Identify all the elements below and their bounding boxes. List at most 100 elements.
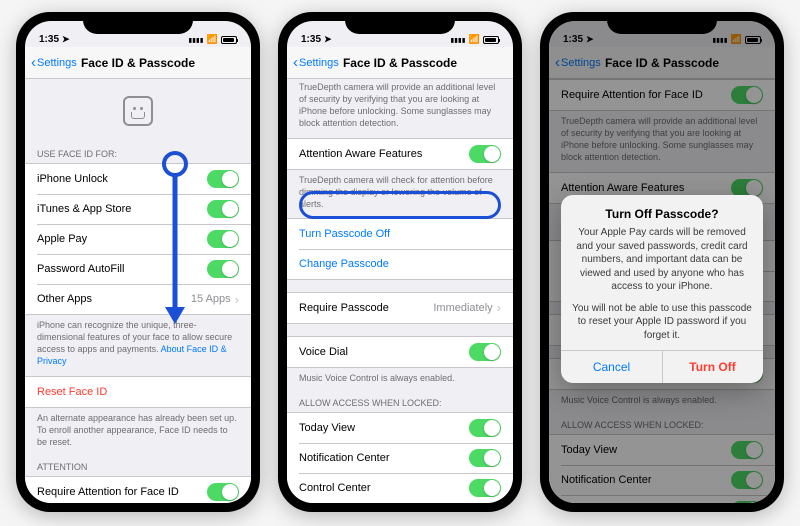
cell-today-view[interactable]: Today View (287, 413, 513, 443)
signal-icon (189, 34, 204, 45)
section-header-use-for: USE FACE ID FOR: (25, 143, 251, 163)
chevron-left-icon: ‹ (31, 55, 36, 70)
phone-3: 1:35➤ ‹Settings Face ID & Passcode Requi… (540, 12, 784, 512)
alert-cancel-button[interactable]: Cancel (561, 351, 662, 383)
switch-on[interactable] (207, 260, 239, 278)
back-label: Settings (37, 57, 77, 69)
battery-icon (745, 36, 761, 44)
cell-control-center[interactable]: Control Center (287, 473, 513, 503)
cell-change-passcode[interactable]: Change Passcode (287, 249, 513, 279)
cell-autofill[interactable]: Password AutoFill (25, 254, 251, 284)
switch-on[interactable] (731, 86, 763, 104)
switch-on[interactable] (207, 230, 239, 248)
cell-require-passcode[interactable]: Require Passcode Immediately › (287, 293, 513, 323)
switch-on[interactable] (207, 483, 239, 501)
cell-iphone-unlock[interactable]: iPhone Unlock (25, 164, 251, 194)
phone-1: 1:35➤ ‹Settings Face ID & Passcode USE F… (16, 12, 260, 512)
back-button[interactable]: ‹Settings (31, 55, 77, 70)
cell-label: Notification Center (299, 452, 390, 464)
screen-3: 1:35➤ ‹Settings Face ID & Passcode Requi… (549, 21, 775, 503)
footer-alternate: An alternate appearance has already been… (25, 408, 251, 456)
cell-label: Voice Dial (299, 346, 348, 358)
cell-label: Change Passcode (299, 258, 389, 270)
cell-itunes[interactable]: iTunes & App Store (25, 194, 251, 224)
footer-attention: TrueDepth camera will check for attentio… (287, 170, 513, 218)
cell-label: Today View (299, 422, 355, 434)
cell-reset-faceid[interactable]: Reset Face ID (25, 377, 251, 407)
switch-on[interactable] (469, 145, 501, 163)
wifi-icon (731, 34, 742, 45)
screen-2: 1:35➤ ‹Settings Face ID & Passcode TrueD… (287, 21, 513, 503)
alert-message-1: Your Apple Pay cards will be removed and… (571, 226, 753, 294)
cell-require-attention[interactable]: Require Attention for Face ID (549, 80, 775, 110)
cell-label: Password AutoFill (37, 263, 124, 275)
switch-on[interactable] (469, 419, 501, 437)
alert-turnoff-button[interactable]: Turn Off (662, 351, 763, 383)
back-label: Settings (299, 57, 339, 69)
back-button[interactable]: ‹Settings (555, 55, 601, 70)
cell-turn-passcode-off[interactable]: Turn Passcode Off (287, 219, 513, 249)
cell-attention-aware[interactable]: Attention Aware Features (287, 139, 513, 169)
cell-voice-dial[interactable]: Voice Dial (287, 337, 513, 367)
nav-bar: ‹Settings Face ID & Passcode (287, 47, 513, 79)
switch-on[interactable] (731, 501, 763, 503)
switch-on[interactable] (731, 471, 763, 489)
alert-title: Turn Off Passcode? (571, 207, 753, 221)
notch (345, 12, 455, 34)
back-label: Settings (561, 57, 601, 69)
battery-icon (221, 36, 237, 44)
chevron-right-icon: › (497, 300, 501, 315)
cell-label: Other Apps (37, 293, 92, 305)
alert-buttons: Cancel Turn Off (561, 350, 763, 383)
screen-1: 1:35➤ ‹Settings Face ID & Passcode USE F… (25, 21, 251, 503)
faceid-hero (25, 79, 251, 143)
status-time: 1:35 (563, 34, 583, 45)
require-passcode-value: Immediately (433, 302, 492, 314)
turn-off-passcode-alert: Turn Off Passcode? Your Apple Pay cards … (561, 195, 763, 383)
notch (607, 12, 717, 34)
wifi-icon (469, 34, 480, 45)
cell-label: Today View (561, 444, 617, 456)
location-icon: ➤ (62, 34, 70, 45)
settings-content[interactable]: TrueDepth camera will provide an additio… (287, 79, 513, 503)
signal-icon (713, 34, 728, 45)
switch-on[interactable] (469, 449, 501, 467)
footer-voicedial: Music Voice Control is always enabled. (287, 368, 513, 392)
cell-label: Attention Aware Features (299, 148, 422, 160)
cell-label: iTunes & App Store (37, 203, 131, 215)
cell-label: Attention Aware Features (561, 182, 684, 194)
use-faceid-group: iPhone Unlock iTunes & App Store Apple P… (25, 163, 251, 315)
switch-on[interactable] (469, 343, 501, 361)
cell-other-apps[interactable]: Other Apps 15 Apps › (25, 284, 251, 314)
cell-apple-pay[interactable]: Apple Pay (25, 224, 251, 254)
cell-label: Require Passcode (299, 302, 389, 314)
back-button[interactable]: ‹Settings (293, 55, 339, 70)
nav-bar: ‹Settings Face ID & Passcode (25, 47, 251, 79)
cell-require-attention[interactable]: Require Attention for Face ID (25, 477, 251, 503)
cell-notification-center[interactable]: Notification Center (549, 465, 775, 495)
switch-on[interactable] (207, 200, 239, 218)
chevron-left-icon: ‹ (293, 55, 298, 70)
status-time: 1:35 (301, 34, 321, 45)
cell-label: Turn Passcode Off (299, 228, 390, 240)
cell-label: Notification Center (561, 474, 652, 486)
faceid-icon (123, 96, 153, 126)
other-apps-count: 15 Apps (191, 293, 231, 305)
switch-on[interactable] (731, 179, 763, 197)
cell-label: Reset Face ID (37, 386, 107, 398)
notch (83, 12, 193, 34)
cell-label: Control Center (299, 482, 371, 494)
location-icon: ➤ (586, 34, 594, 45)
chevron-right-icon: › (235, 292, 239, 307)
signal-icon (451, 34, 466, 45)
section-header-allow: ALLOW ACCESS WHEN LOCKED: (287, 392, 513, 412)
switch-on[interactable] (731, 441, 763, 459)
cell-label: Apple Pay (37, 233, 87, 245)
cell-notification-center[interactable]: Notification Center (287, 443, 513, 473)
battery-icon (483, 36, 499, 44)
switch-on[interactable] (207, 170, 239, 188)
settings-content[interactable]: USE FACE ID FOR: iPhone Unlock iTunes & … (25, 79, 251, 503)
cell-control-center[interactable]: Control Center (549, 495, 775, 503)
switch-on[interactable] (469, 479, 501, 497)
cell-today-view[interactable]: Today View (549, 435, 775, 465)
